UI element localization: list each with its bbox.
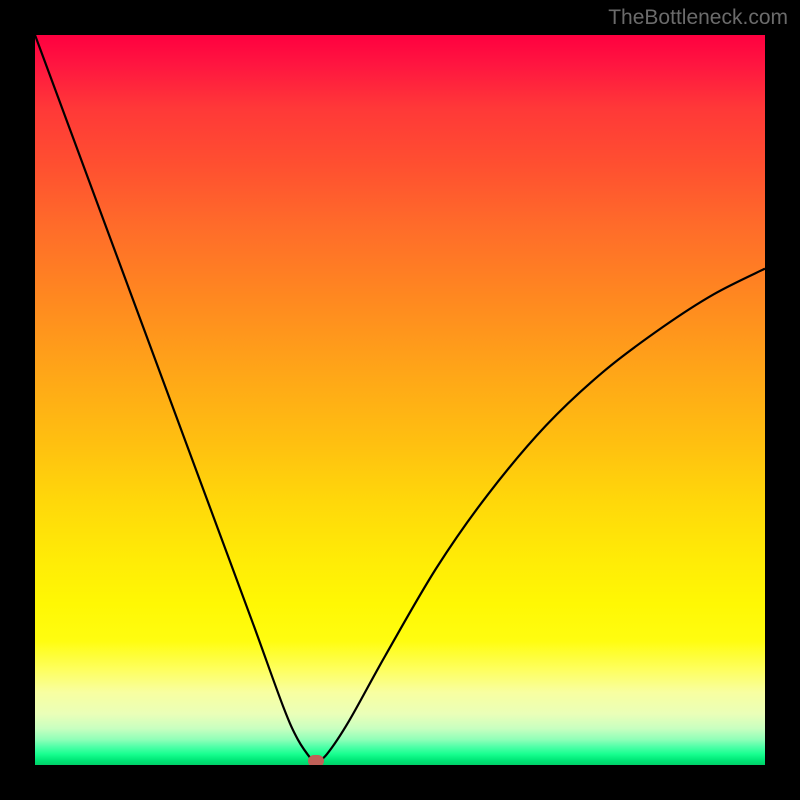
watermark-text: TheBottleneck.com [608,6,788,30]
bottleneck-curve [35,35,765,765]
plot-area [35,35,765,765]
minimum-marker [308,755,324,765]
chart-frame: TheBottleneck.com [0,0,800,800]
